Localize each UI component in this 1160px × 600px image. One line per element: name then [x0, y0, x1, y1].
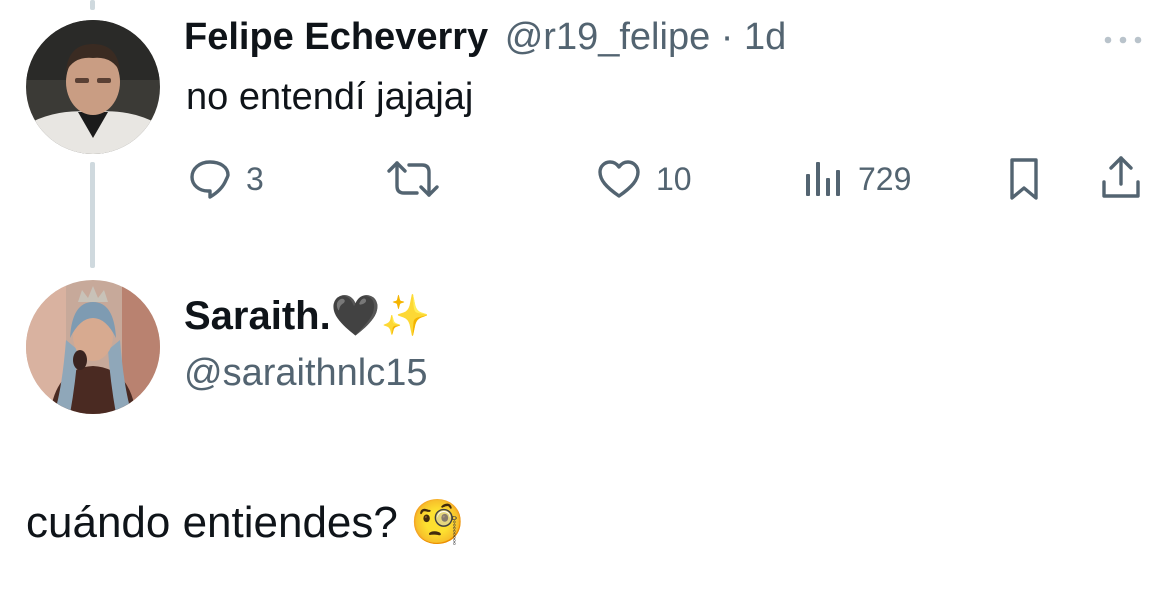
reply-header: Felipe Echeverry @r19_felipe · 1d	[184, 16, 786, 59]
monocle-emoji: 🧐	[410, 498, 465, 547]
author-name[interactable]: Saraith.	[184, 294, 331, 338]
more-options-icon[interactable]	[1098, 30, 1148, 50]
thread-line-bottom	[90, 162, 95, 268]
author-name[interactable]: Felipe Echeverry	[184, 16, 488, 58]
heart-icon	[596, 158, 642, 200]
bookmark-button[interactable]	[1004, 156, 1044, 202]
main-tweet-text: cuándo entiendes? 🧐	[26, 496, 465, 548]
author-handle[interactable]: @r19_felipe	[505, 16, 710, 58]
reply-count: 3	[246, 160, 264, 197]
reply-text: no entendí jajajaj	[186, 76, 474, 118]
share-icon	[1098, 154, 1144, 202]
repost-button[interactable]	[384, 158, 442, 200]
thread-line-top	[90, 0, 95, 10]
bookmark-icon	[1004, 156, 1044, 202]
timestamp[interactable]: 1d	[744, 16, 786, 58]
avatar-felipe[interactable]	[26, 20, 160, 154]
views-button[interactable]: 729	[800, 158, 911, 200]
main-author-line: Saraith.🖤✨	[184, 292, 430, 339]
name-emojis: 🖤✨	[330, 294, 431, 338]
reply-button[interactable]: 3	[188, 158, 264, 200]
repost-icon	[384, 158, 442, 200]
share-button[interactable]	[1098, 154, 1144, 202]
reply-icon	[188, 158, 232, 200]
like-count: 10	[656, 160, 692, 197]
analytics-icon	[800, 158, 846, 200]
author-handle[interactable]: @saraithnlc15	[184, 352, 427, 395]
like-button[interactable]: 10	[596, 158, 692, 200]
avatar-saraith[interactable]	[26, 280, 160, 414]
tweet-body: cuándo entiendes?	[26, 498, 398, 547]
dot-separator: ·	[720, 16, 734, 58]
view-count: 729	[858, 160, 912, 197]
